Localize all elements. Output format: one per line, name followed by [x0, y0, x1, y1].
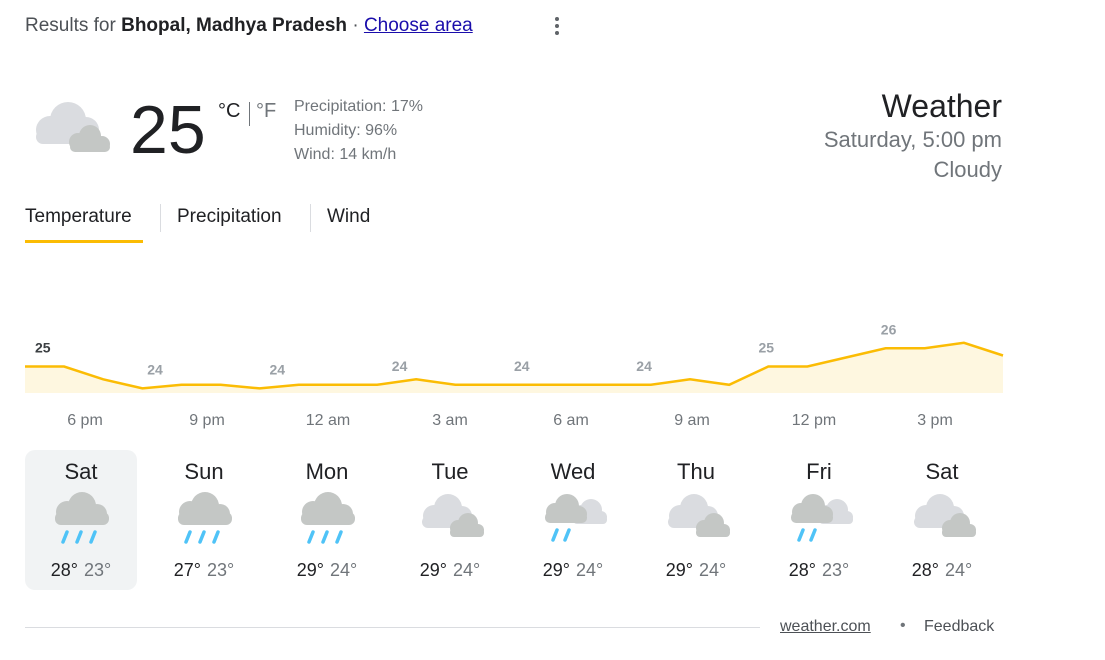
day-name: Tue — [431, 459, 469, 484]
high-temp: 29° — [296, 560, 324, 580]
time-label: 9 pm — [189, 412, 225, 429]
weather-title: Weather — [881, 88, 1002, 124]
cloudy-icon — [36, 102, 110, 152]
low-temp: 23° — [84, 560, 112, 580]
temperature-point-label: 26 — [881, 321, 897, 337]
footer-divider — [25, 627, 760, 628]
celsius-toggle[interactable]: °C — [218, 100, 240, 123]
day-name: Thu — [677, 459, 715, 484]
temperature-point-label: 24 — [636, 358, 652, 374]
high-temp: 29° — [665, 560, 693, 580]
high-temp: 28° — [911, 560, 939, 580]
day-name: Fri — [806, 459, 832, 484]
choose-area-link[interactable]: Choose area — [364, 15, 473, 36]
time-label: 12 pm — [791, 412, 837, 429]
low-temp: 23° — [822, 560, 850, 580]
fahrenheit-toggle[interactable]: °F — [256, 100, 276, 123]
temperature-point-label: 24 — [514, 358, 530, 374]
high-temp: 27° — [173, 560, 201, 580]
humidity-detail: Humidity: 96% — [294, 122, 398, 139]
tab-divider — [310, 204, 311, 232]
tab-wind[interactable]: Wind — [327, 206, 370, 228]
low-temp: 24° — [699, 560, 727, 580]
forecast-day-wed[interactable]: Wed 29° 24° — [517, 450, 629, 590]
day-name: Wed — [550, 459, 596, 484]
weather-datetime: Saturday, 5:00 pm — [823, 127, 1002, 152]
high-temp: 28° — [50, 560, 78, 580]
forecast-day-sat[interactable]: Sat 28° 23° — [25, 450, 137, 590]
forecast-day-tue[interactable]: Tue 29° 24° — [394, 450, 506, 590]
low-temp: 23° — [207, 560, 235, 580]
time-label: 3 am — [432, 412, 468, 429]
high-temp: 29° — [542, 560, 570, 580]
time-label: 12 am — [305, 412, 351, 429]
rain-icon — [178, 492, 232, 544]
wind-detail: Wind: 14 km/h — [294, 146, 397, 163]
low-temp: 24° — [576, 560, 604, 580]
precipitation-detail: Precipitation: 17% — [294, 98, 423, 115]
day-name: Sun — [184, 459, 224, 484]
rain-icon — [301, 492, 355, 544]
tab-temperature[interactable]: Temperature — [25, 206, 132, 228]
more-options-icon[interactable] — [548, 14, 566, 38]
footer-separator: • — [900, 617, 906, 634]
showers-icon — [545, 494, 607, 542]
active-tab-indicator — [25, 240, 143, 243]
feedback-link[interactable]: Feedback — [924, 618, 994, 636]
cloudy-icon — [668, 494, 730, 537]
temperature-point-label: 24 — [392, 358, 408, 374]
cloudy-icon — [422, 494, 484, 537]
low-temp: 24° — [330, 560, 358, 580]
current-temperature: 25 — [130, 92, 206, 168]
results-prefix: Results for — [25, 15, 116, 36]
cloudy-icon — [914, 494, 976, 537]
day-name: Sat — [64, 459, 98, 484]
weather-condition: Cloudy — [933, 157, 1002, 182]
temperature-point-label: 24 — [270, 361, 286, 377]
results-line: Results for Bhopal, Madhya Pradesh · Cho… — [25, 15, 473, 37]
low-temp: 24° — [945, 560, 973, 580]
tab-precipitation[interactable]: Precipitation — [177, 206, 282, 228]
separator: · — [352, 15, 359, 36]
time-label: 6 pm — [67, 412, 103, 429]
low-temp: 24° — [453, 560, 481, 580]
location-name: Bhopal, Madhya Pradesh — [121, 15, 348, 36]
temperature-point-label: 25 — [35, 340, 51, 356]
time-label: 9 am — [674, 412, 710, 429]
forecast-day-fri[interactable]: Fri 28° 23° — [763, 450, 875, 590]
day-name: Mon — [305, 459, 349, 484]
showers-icon — [791, 494, 853, 542]
forecast-day-sun[interactable]: Sun 27° 23° — [148, 450, 260, 590]
high-temp: 29° — [419, 560, 447, 580]
tab-divider — [160, 204, 161, 232]
time-label: 3 pm — [917, 412, 953, 429]
forecast-day-sat-next[interactable]: Sat 28° 24° — [886, 450, 998, 590]
temperature-point-label: 24 — [147, 361, 163, 377]
rain-icon — [55, 492, 109, 544]
forecast-day-mon[interactable]: Mon 29° 24° — [271, 450, 383, 590]
forecast-day-thu[interactable]: Thu 29° 24° — [640, 450, 752, 590]
unit-divider — [249, 102, 250, 126]
temperature-point-label: 25 — [759, 340, 775, 356]
weather-source-link[interactable]: weather.com — [780, 618, 871, 636]
temperature-chart[interactable]: 25 24 24 24 24 24 25 26 — [25, 320, 1004, 400]
high-temp: 28° — [788, 560, 816, 580]
time-label: 6 am — [553, 412, 589, 429]
day-name: Sat — [925, 459, 959, 484]
